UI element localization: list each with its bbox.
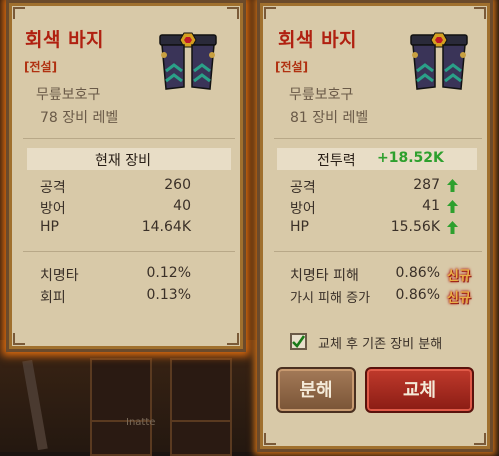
panel-corner [227,333,239,345]
disassemble-checkbox-label[interactable]: 교체 후 기존 장비 분해 [318,333,442,352]
equip-button[interactable]: 교체 [365,367,474,413]
stat-label: HP [40,219,59,235]
extra-stat-value: 0.13% [146,287,191,303]
stat-value: 41 [422,198,440,214]
panel-corner [227,7,239,19]
panel-corner [264,7,276,19]
stat-label: 공격 [290,180,316,196]
background-slot [170,420,232,456]
divider [274,138,482,139]
background-slot [170,358,232,422]
stat-label: 공격 [40,180,66,196]
section-header: 현재 장비 [27,148,231,170]
panel-corner [13,333,25,345]
item-type: 무릎보호구 [36,87,101,103]
divider [23,251,235,252]
divider [23,138,235,139]
background-slot-caption: Inatte [126,417,156,428]
pants-item-icon [159,32,217,90]
stat-value: 287 [413,177,440,193]
panel-corner [474,433,486,445]
stat-value: 40 [173,198,191,214]
check-icon [292,335,305,348]
extra-stat-value: 0.12% [146,265,191,281]
section-header-label: 현재 장비 [95,153,151,169]
disassemble-button[interactable]: 분해 [276,367,356,413]
arrow-up-icon [447,179,458,192]
panel-corner [264,433,276,445]
background-slot [90,358,152,422]
disassemble-checkbox[interactable] [290,333,307,350]
item-type: 무릎보호구 [289,87,354,103]
power-label: 전투력 [317,153,356,169]
extra-stat-label: 치명타 피해 [290,268,359,284]
stat-value: 14.64K [141,219,191,235]
power-header: 전투력 +18.52K [277,148,477,170]
extra-stat-value: 0.86% [395,265,440,281]
stat-label: 방어 [290,201,316,217]
pants-item-icon [410,32,468,90]
item-title: 회색 바지 [278,29,358,51]
stat-value: 260 [164,177,191,193]
item-level: 78 장비 레벨 [40,110,119,126]
current-item-panel: 회색 바지 [전설] 무릎보호구 78 장비 레벨 현재 장비 공격 260 방… [6,0,246,352]
new-badge: 신규 [447,291,471,306]
arrow-up-icon [447,200,458,213]
extra-stat-value: 0.86% [395,287,440,303]
item-level: 81 장비 레벨 [290,110,369,126]
stat-value: 15.56K [390,219,440,235]
extra-stat-label: 치명타 [40,268,79,284]
power-value: +18.52K [377,150,444,166]
extra-stat-label: 가시 피해 증가 [290,291,371,306]
stat-label: HP [290,219,309,235]
divider [274,251,482,252]
item-title: 회색 바지 [25,29,105,51]
arrow-up-icon [447,221,458,234]
stat-label: 방어 [40,201,66,217]
item-grade: [전설] [275,60,309,74]
panel-corner [474,7,486,19]
panel-corner [13,7,25,19]
item-grade: [전설] [24,60,58,74]
new-badge: 신규 [447,269,471,284]
extra-stat-label: 회피 [40,290,66,306]
